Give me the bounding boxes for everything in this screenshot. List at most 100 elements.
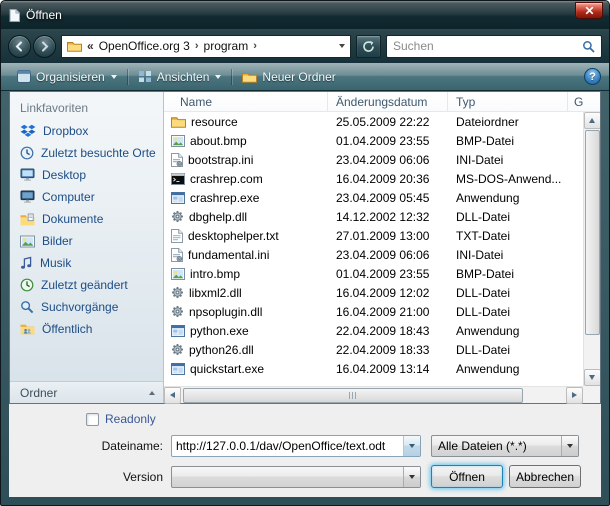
public-icon (20, 323, 35, 335)
table-row[interactable]: python26.dll22.04.2009 18:33DLL-Datei (164, 340, 583, 359)
chevron-down-icon (409, 475, 415, 479)
sidebar-item-changed[interactable]: Zuletzt geändert (10, 274, 163, 296)
sidebar-item-computer[interactable]: Computer (10, 186, 163, 208)
table-row[interactable]: python.exe22.04.2009 18:43Anwendung (164, 321, 583, 340)
version-dropdown-button[interactable] (403, 467, 420, 487)
search-input[interactable] (393, 39, 582, 53)
file-date: 01.04.2009 23:55 (328, 264, 448, 283)
sidebar-item-music[interactable]: Musik (10, 252, 163, 274)
close-icon (585, 6, 594, 15)
column-header-type[interactable]: Typ (448, 92, 568, 111)
table-row[interactable]: dbghelp.dll14.12.2002 12:32DLL-Datei (164, 207, 583, 226)
file-name: python.exe (190, 324, 249, 338)
column-header-name[interactable]: Name (164, 92, 328, 111)
table-row[interactable]: libxml2.dll16.04.2009 12:02DLL-Datei (164, 283, 583, 302)
scroll-left-button[interactable] (164, 387, 181, 404)
table-row[interactable]: intro.bmp01.04.2009 23:55BMP-Datei (164, 264, 583, 283)
sidebar-item-dropbox[interactable]: Dropbox (10, 120, 163, 142)
sidebar-item-label: Zuletzt besuchte Orte (41, 146, 156, 160)
table-row[interactable]: about.bmp01.04.2009 23:55BMP-Datei (164, 131, 583, 150)
scrollbar-corner (583, 386, 600, 403)
search-box (386, 35, 602, 58)
folders-expander[interactable]: Ordner (10, 381, 163, 403)
column-header-date[interactable]: Änderungsdatum (328, 92, 448, 111)
breadcrumb-segment[interactable]: program (204, 39, 249, 53)
breadcrumb-segment[interactable]: OpenOffice.org 3 (99, 39, 190, 53)
sidebar-item-recent[interactable]: Zuletzt besuchte Orte (10, 142, 163, 164)
breadcrumb-separator-icon[interactable]: › (195, 40, 199, 52)
open-button[interactable]: Öffnen (431, 465, 503, 488)
organize-label: Organisieren (36, 70, 105, 84)
file-name: libxml2.dll (189, 286, 242, 300)
filetype-select[interactable]: Alle Dateien (*.*) (431, 435, 579, 457)
sidebar-item-desktop[interactable]: Desktop (10, 164, 163, 186)
file-list: resource25.05.2009 22:22Dateiordnerabout… (164, 112, 583, 386)
table-row[interactable]: crashrep.com16.04.2009 20:36MS-DOS-Anwen… (164, 169, 583, 188)
cancel-button[interactable]: Abbrechen (509, 465, 581, 488)
refresh-button[interactable] (356, 35, 381, 58)
filetype-dropdown-button[interactable] (561, 436, 578, 456)
file-date: 16.04.2009 12:02 (328, 283, 448, 302)
triangle-up-icon (589, 118, 595, 123)
triangle-down-icon (589, 375, 595, 380)
version-select[interactable] (171, 466, 421, 488)
scroll-right-button[interactable] (566, 387, 583, 404)
column-header-size[interactable]: G (568, 92, 600, 111)
file-type: Anwendung (448, 321, 568, 340)
table-row[interactable]: bootstrap.ini23.04.2009 06:06INI-Datei (164, 150, 583, 169)
help-button[interactable]: ? (584, 68, 601, 85)
sidebar-item-searches[interactable]: Suchvorgänge (10, 296, 163, 318)
sidebar-item-label: Dokumente (42, 212, 103, 226)
breadcrumb-history-dropdown-icon[interactable] (339, 44, 345, 48)
sidebar: Linkfavoriten DropboxZuletzt besuchte Or… (10, 92, 164, 403)
breadcrumb-separator-icon[interactable]: › (253, 40, 257, 52)
close-button[interactable] (575, 2, 603, 19)
breadcrumb-overflow[interactable]: « (87, 39, 94, 53)
sidebar-item-label: Musik (40, 256, 71, 270)
changed-icon (20, 278, 34, 292)
file-type: BMP-Datei (448, 264, 568, 283)
window-title: Öffnen (26, 8, 62, 22)
folder-icon (171, 116, 186, 128)
file-name: npsoplugin.dll (189, 305, 262, 319)
scroll-down-button[interactable] (584, 369, 601, 386)
dropbox-icon (20, 124, 36, 138)
file-date: 25.05.2009 22:22 (328, 112, 448, 131)
toolbar-separator (127, 69, 128, 85)
table-row[interactable]: fundamental.ini23.04.2009 06:06INI-Datei (164, 245, 583, 264)
horizontal-scroll-thumb[interactable] (183, 388, 523, 403)
sidebar-item-label: Desktop (42, 168, 86, 182)
readonly-checkbox[interactable] (86, 413, 99, 426)
search-icon[interactable] (582, 40, 595, 53)
sidebar-item-public[interactable]: Öffentlich (10, 318, 163, 340)
table-row[interactable]: quickstart.exe16.04.2009 13:14Anwendung (164, 359, 583, 378)
back-button[interactable] (8, 35, 31, 58)
file-name: quickstart.exe (190, 362, 264, 376)
scroll-up-button[interactable] (584, 112, 601, 129)
table-row[interactable]: npsoplugin.dll16.04.2009 21:00DLL-Datei (164, 302, 583, 321)
file-date: 23.04.2009 06:06 (328, 150, 448, 169)
filetype-value: Alle Dateien (*.*) (432, 439, 561, 453)
table-row[interactable]: crashrep.exe23.04.2009 05:45Anwendung (164, 188, 583, 207)
organize-button[interactable]: Organisieren (9, 67, 125, 87)
breadcrumb[interactable]: « OpenOffice.org 3 › program › (61, 35, 351, 58)
refresh-icon (362, 40, 375, 53)
filename-input[interactable] (172, 439, 403, 453)
forward-button[interactable] (33, 35, 56, 58)
dll-icon (171, 343, 184, 356)
new-folder-button[interactable]: Neuer Ordner (234, 67, 343, 87)
vertical-scroll-thumb[interactable] (585, 130, 600, 335)
new-folder-label: Neuer Ordner (262, 70, 335, 84)
help-label: ? (589, 71, 596, 83)
filename-dropdown-button[interactable] (403, 436, 420, 456)
table-row[interactable]: desktophelper.txt27.01.2009 13:00TXT-Dat… (164, 226, 583, 245)
vertical-scrollbar[interactable] (583, 112, 600, 386)
horizontal-scrollbar[interactable] (164, 386, 583, 403)
sidebar-item-pictures[interactable]: Bilder (10, 230, 163, 252)
views-button[interactable]: Ansichten (130, 67, 230, 87)
table-row[interactable]: resource25.05.2009 22:22Dateiordner (164, 112, 583, 131)
sidebar-item-documents[interactable]: Dokumente (10, 208, 163, 230)
list-header: Name Änderungsdatum Typ G (164, 92, 600, 112)
file-date: 23.04.2009 06:06 (328, 245, 448, 264)
documents-icon (20, 213, 35, 226)
